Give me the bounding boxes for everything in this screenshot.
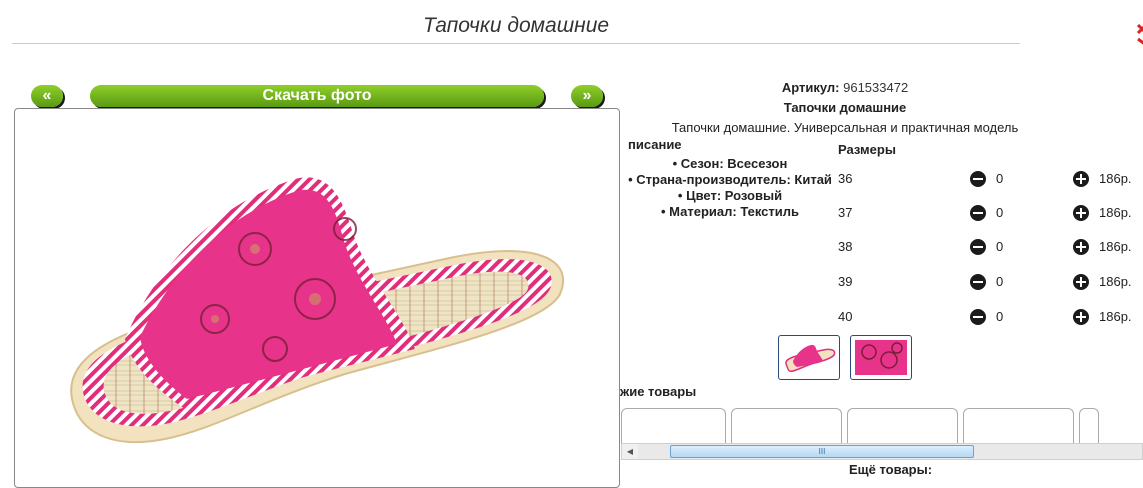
similar-products-title: жие товары xyxy=(620,384,697,399)
plus-icon[interactable] xyxy=(1073,239,1089,255)
feature-item: Цвет: Розовый xyxy=(620,188,840,204)
product-short-desc: Тапочки домашние. Универсальная и практи… xyxy=(671,120,1019,135)
similar-product-card[interactable] xyxy=(847,408,958,448)
article-value: 961533472 xyxy=(843,80,909,95)
size-number: 36 xyxy=(838,171,853,186)
close-icon[interactable] xyxy=(1133,17,1143,45)
prev-photo-button[interactable]: « xyxy=(31,85,63,107)
size-row: 37 0 186р. xyxy=(838,205,1143,225)
more-products-title: Ещё товары: xyxy=(849,462,933,477)
product-info: Артикул: 961533472 Тапочки домашние Тапо… xyxy=(600,78,1090,138)
product-photo xyxy=(14,108,620,488)
similar-product-card[interactable] xyxy=(731,408,842,448)
product-name-text: Тапочки домашние xyxy=(783,100,907,115)
minus-icon[interactable] xyxy=(970,239,986,255)
scroll-left-icon[interactable]: ◀ xyxy=(622,444,638,459)
size-row: 39 0 186р. xyxy=(838,274,1143,294)
size-number: 40 xyxy=(838,309,853,324)
size-row: 40 0 186р. xyxy=(838,309,1143,329)
feature-item: Страна-производитель: Китай xyxy=(620,172,840,188)
price: 186р. xyxy=(1099,171,1132,186)
next-photo-button[interactable]: » xyxy=(571,85,603,107)
quantity-value: 0 xyxy=(996,309,1004,324)
plus-icon[interactable] xyxy=(1073,274,1089,290)
scroll-thumb[interactable]: III xyxy=(670,445,974,458)
minus-icon[interactable] xyxy=(970,274,986,290)
quantity-value: 0 xyxy=(996,239,1004,254)
similar-product-card[interactable] xyxy=(621,408,726,448)
price: 186р. xyxy=(1099,274,1132,289)
feature-item: Материал: Текстиль xyxy=(620,204,840,220)
feature-list: Сезон: Всесезон Страна-производитель: Ки… xyxy=(620,156,840,220)
article-line: Артикул: 961533472 xyxy=(600,78,1090,98)
quantity-value: 0 xyxy=(996,205,1004,220)
quantity-value: 0 xyxy=(996,274,1004,289)
download-photo-button[interactable]: Скачать фото xyxy=(90,85,544,107)
thumbnail-side-view[interactable] xyxy=(778,335,840,380)
product-name: Тапочки домашние xyxy=(600,98,1090,118)
slipper-image xyxy=(70,177,565,444)
size-number: 39 xyxy=(838,274,853,289)
quantity-value: 0 xyxy=(996,171,1004,186)
size-row: 36 0 186р. xyxy=(838,171,1143,191)
plus-icon[interactable] xyxy=(1073,205,1089,221)
size-number: 38 xyxy=(838,239,853,254)
page-title: Тапочки домашние xyxy=(12,12,1020,44)
plus-icon[interactable] xyxy=(1073,171,1089,187)
minus-icon[interactable] xyxy=(970,171,986,187)
similar-product-card[interactable] xyxy=(1079,408,1099,448)
minus-icon[interactable] xyxy=(970,205,986,221)
price: 186р. xyxy=(1099,239,1132,254)
size-row: 38 0 186р. xyxy=(838,239,1143,259)
minus-icon[interactable] xyxy=(970,309,986,325)
price: 186р. xyxy=(1099,309,1132,324)
similar-products-scrollbar[interactable]: ◀ III xyxy=(621,443,1143,460)
description-title: писание xyxy=(628,137,682,152)
thumbnail-detail-view[interactable] xyxy=(850,335,912,380)
price: 186р. xyxy=(1099,205,1132,220)
similar-product-card[interactable] xyxy=(963,408,1074,448)
sizes-title: Размеры xyxy=(838,142,896,157)
size-number: 37 xyxy=(838,205,853,220)
article-label: Артикул: xyxy=(781,80,840,95)
plus-icon[interactable] xyxy=(1073,309,1089,325)
feature-item: Сезон: Всесезон xyxy=(620,156,840,172)
